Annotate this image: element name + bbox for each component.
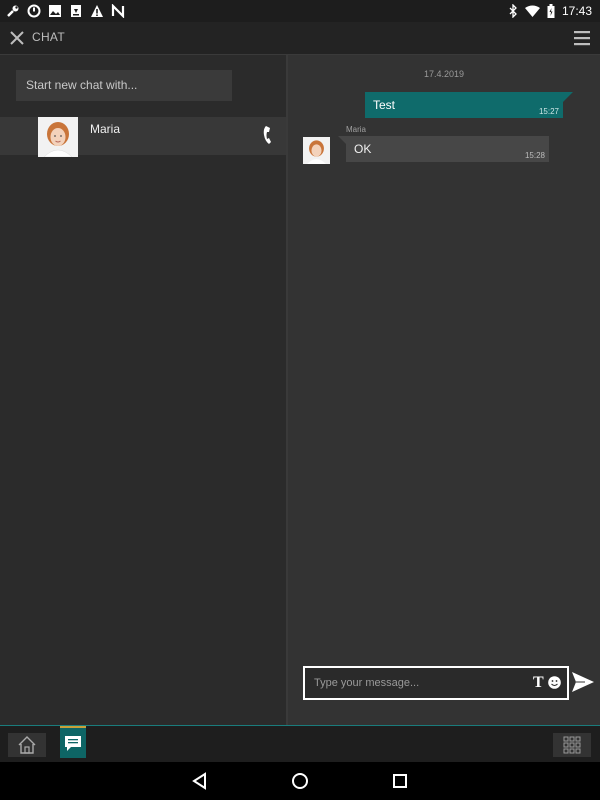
avatar	[303, 137, 330, 164]
status-icons-right: 17:43	[508, 2, 592, 20]
image-icon	[49, 5, 61, 17]
message-time: 15:27	[538, 107, 559, 116]
new-chat-search-input[interactable]: Start new chat with...	[16, 70, 232, 101]
warning-icon	[91, 5, 103, 17]
apps-grid-icon	[563, 736, 581, 754]
emoji-icon[interactable]	[548, 676, 561, 689]
close-icon[interactable]	[8, 29, 26, 47]
message-time: 15:28	[524, 151, 545, 160]
system-nav-bar	[0, 762, 600, 800]
chat-icon	[65, 736, 81, 751]
back-icon[interactable]	[190, 771, 210, 791]
text-format-button[interactable]: T	[533, 674, 547, 692]
conversation-panel: 17.4.2019 Test 15:27 Maria OK 15:28 Type…	[288, 55, 600, 725]
contacts-panel: Start new chat with... Maria	[0, 55, 286, 725]
wrench-icon	[7, 5, 19, 17]
avatar	[38, 117, 78, 157]
nfc-icon	[111, 4, 125, 18]
message-input-placeholder: Type your message...	[314, 677, 420, 689]
message-text: Test	[373, 98, 396, 112]
contact-name: Maria	[90, 122, 121, 136]
download-icon	[71, 5, 81, 17]
message-sender: Maria	[346, 125, 367, 134]
message-text: OK	[354, 142, 372, 156]
page-title: CHAT	[32, 30, 65, 44]
phone-icon[interactable]	[262, 125, 274, 145]
bluetooth-icon	[509, 4, 517, 18]
status-icons-left	[6, 2, 125, 20]
menu-icon[interactable]	[574, 29, 590, 47]
chat-tab-button[interactable]	[60, 726, 86, 758]
home-icon	[18, 736, 36, 754]
active-tab-indicator	[60, 726, 86, 728]
incoming-message[interactable]: OK 15:28	[338, 136, 549, 162]
status-bar: 17:43	[0, 0, 600, 22]
bottom-bar	[0, 725, 600, 762]
apps-button[interactable]	[553, 733, 591, 757]
bubble-tail	[563, 92, 573, 102]
status-time: 17:43	[561, 4, 592, 18]
sync-icon	[27, 4, 41, 18]
title-bar: CHAT	[0, 22, 600, 55]
home-nav-icon[interactable]	[290, 771, 310, 791]
battery-icon	[547, 4, 555, 18]
wifi-icon	[524, 5, 540, 17]
recents-icon[interactable]	[390, 771, 410, 791]
home-button[interactable]	[8, 733, 46, 757]
send-icon[interactable]	[571, 669, 595, 695]
bubble-tail	[338, 136, 346, 144]
outgoing-message[interactable]: Test 15:27	[365, 92, 573, 118]
date-separator: 17.4.2019	[423, 69, 465, 79]
contact-list-item[interactable]: Maria	[0, 117, 286, 157]
message-input[interactable]: Type your message... T	[303, 666, 569, 700]
